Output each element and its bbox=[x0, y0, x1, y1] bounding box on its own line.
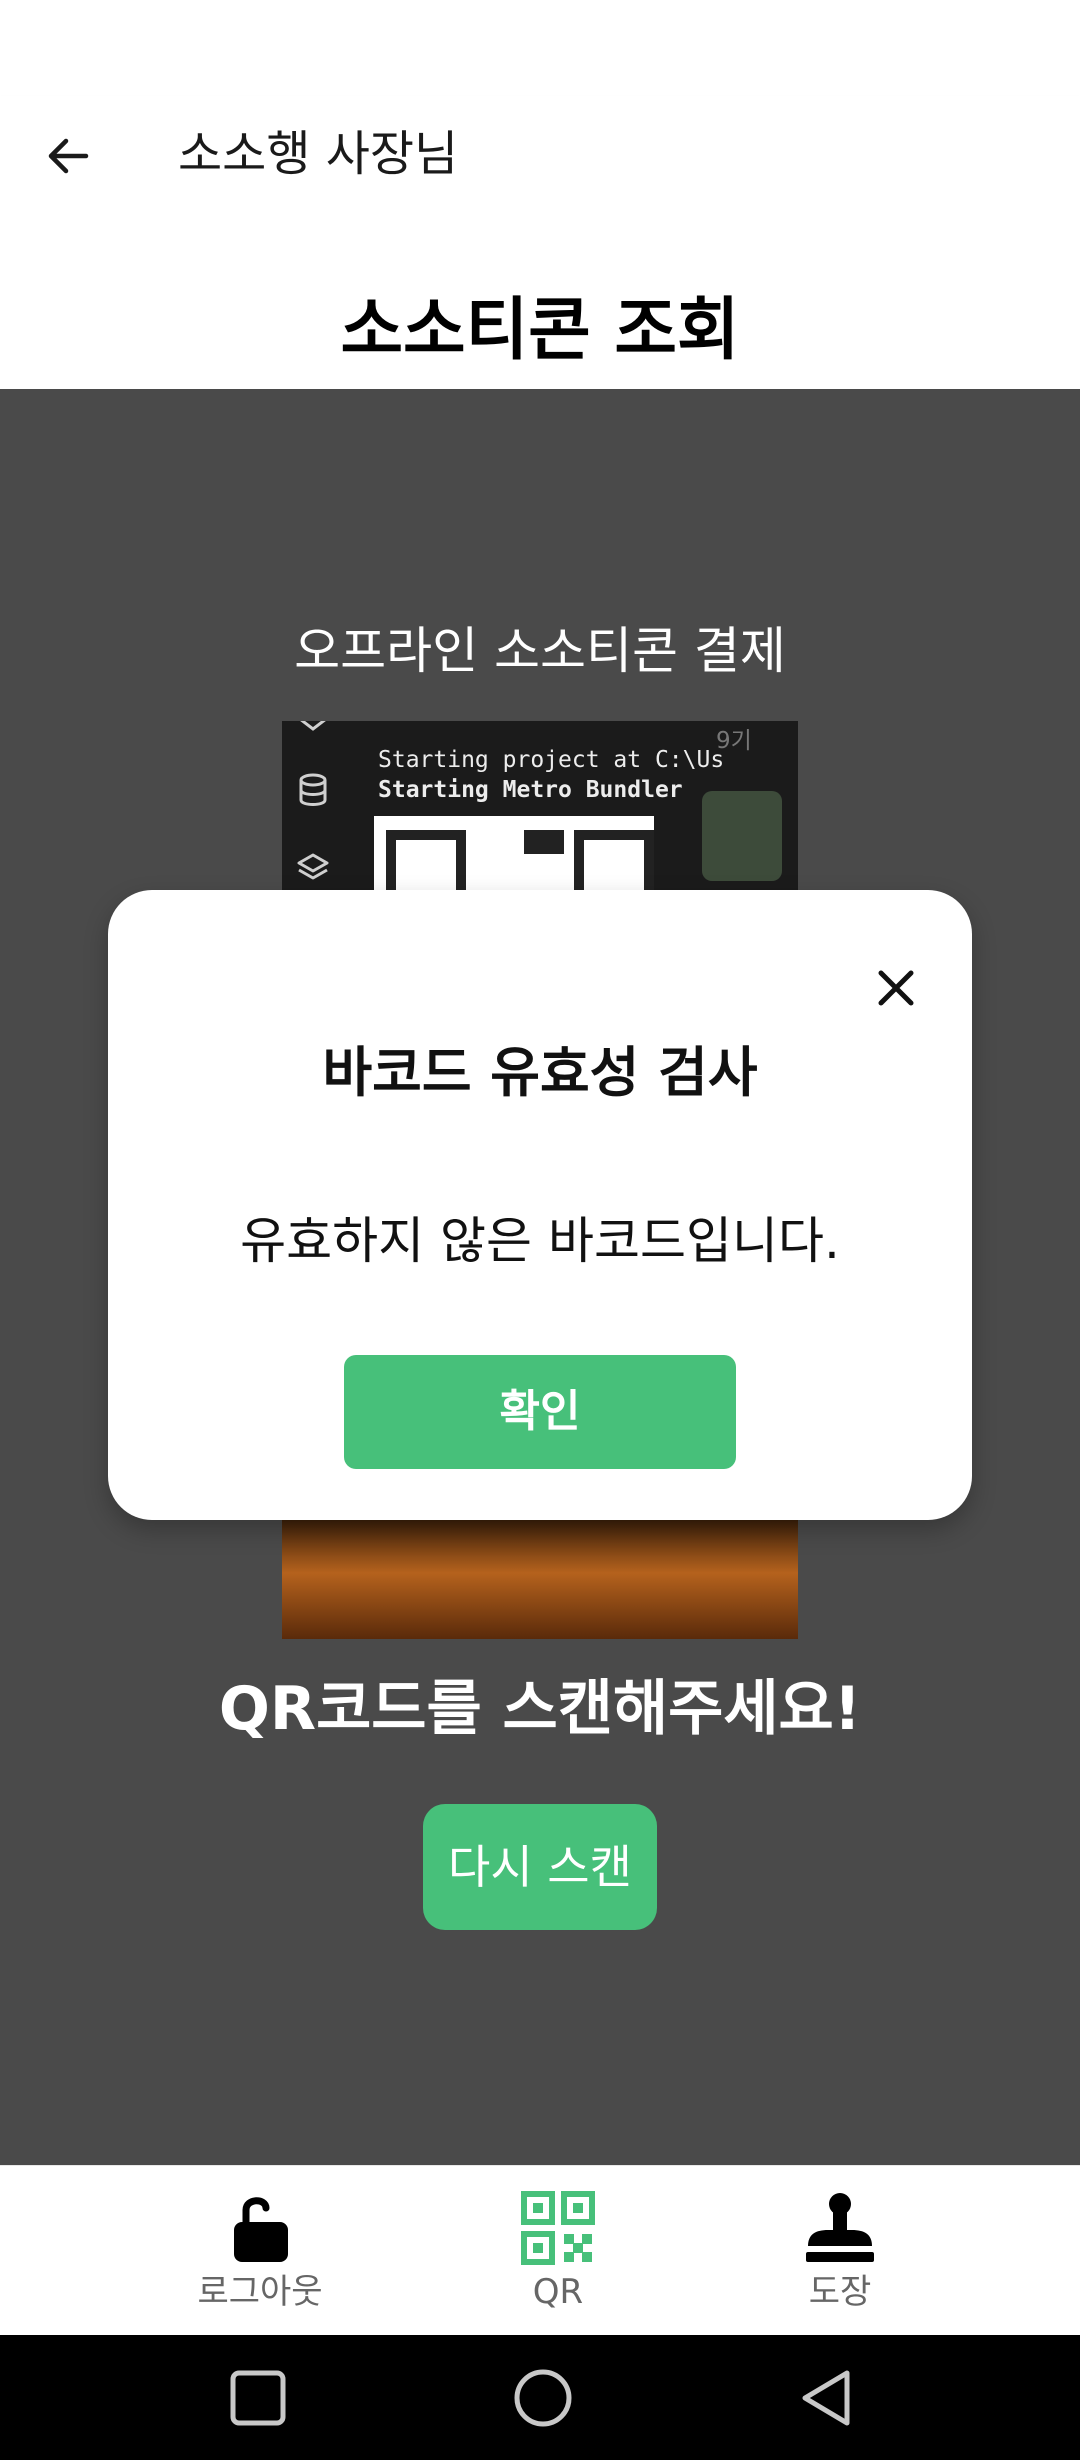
layers-icon bbox=[297, 853, 329, 880]
qr-code-icon bbox=[521, 2191, 595, 2265]
nav-item-qr[interactable]: QR bbox=[458, 2166, 658, 2336]
chevron-icon bbox=[300, 721, 326, 731]
page-title-section: 소소티콘 조회 bbox=[0, 224, 1080, 389]
recents-square-icon[interactable] bbox=[225, 2365, 291, 2431]
dialog-message: 유효하지 않은 바코드입니다. bbox=[240, 1212, 840, 1270]
close-icon bbox=[878, 970, 914, 1006]
back-button[interactable] bbox=[28, 116, 108, 196]
stamp-icon bbox=[806, 2193, 874, 2262]
camera-corner-text: 9기 bbox=[716, 728, 752, 754]
page-title: 소소티콘 조회 bbox=[340, 291, 740, 370]
camera-device-object bbox=[702, 791, 782, 881]
home-circle-icon[interactable] bbox=[510, 2365, 576, 2431]
camera-text-line2: Starting Metro Bundler bbox=[378, 777, 683, 803]
nav-label-qr: QR bbox=[532, 2272, 584, 2312]
dialog-title: 바코드 유효성 검사 bbox=[322, 1041, 758, 1104]
nav-item-logout[interactable]: 로그아웃 bbox=[160, 2166, 360, 2336]
camera-text-line1: Starting project at C:\Us bbox=[378, 747, 725, 773]
nav-label-logout: 로그아웃 bbox=[197, 2272, 323, 2312]
app-header: 소소행 사장님 bbox=[0, 96, 1080, 224]
dialog-close-button[interactable] bbox=[858, 950, 934, 1026]
barcode-validation-dialog: 바코드 유효성 검사 유효하지 않은 바코드입니다. 확인 bbox=[108, 890, 972, 1520]
header-title: 소소행 사장님 bbox=[178, 126, 459, 182]
scan-subtitle: 오프라인 소소티콘 결제 bbox=[294, 622, 786, 680]
rescan-button[interactable]: 다시 스캔 bbox=[423, 1804, 657, 1930]
database-icon bbox=[299, 773, 327, 806]
nav-item-stamp[interactable]: 도장 bbox=[740, 2166, 940, 2336]
status-bar bbox=[0, 0, 1080, 96]
scan-prompt: QR코드를 스캔해주세요! bbox=[218, 1674, 862, 1744]
confirm-button[interactable]: 확인 bbox=[344, 1355, 736, 1469]
system-nav-bar bbox=[0, 2335, 1080, 2460]
bottom-nav: 로그아웃 QR 도장 bbox=[0, 2165, 1080, 2336]
arrow-left-icon bbox=[48, 138, 89, 174]
camera-bottom-scene bbox=[282, 1519, 798, 1639]
unlock-icon bbox=[234, 2197, 288, 2262]
back-triangle-icon[interactable] bbox=[795, 2365, 861, 2431]
nav-label-stamp: 도장 bbox=[808, 2272, 872, 2312]
